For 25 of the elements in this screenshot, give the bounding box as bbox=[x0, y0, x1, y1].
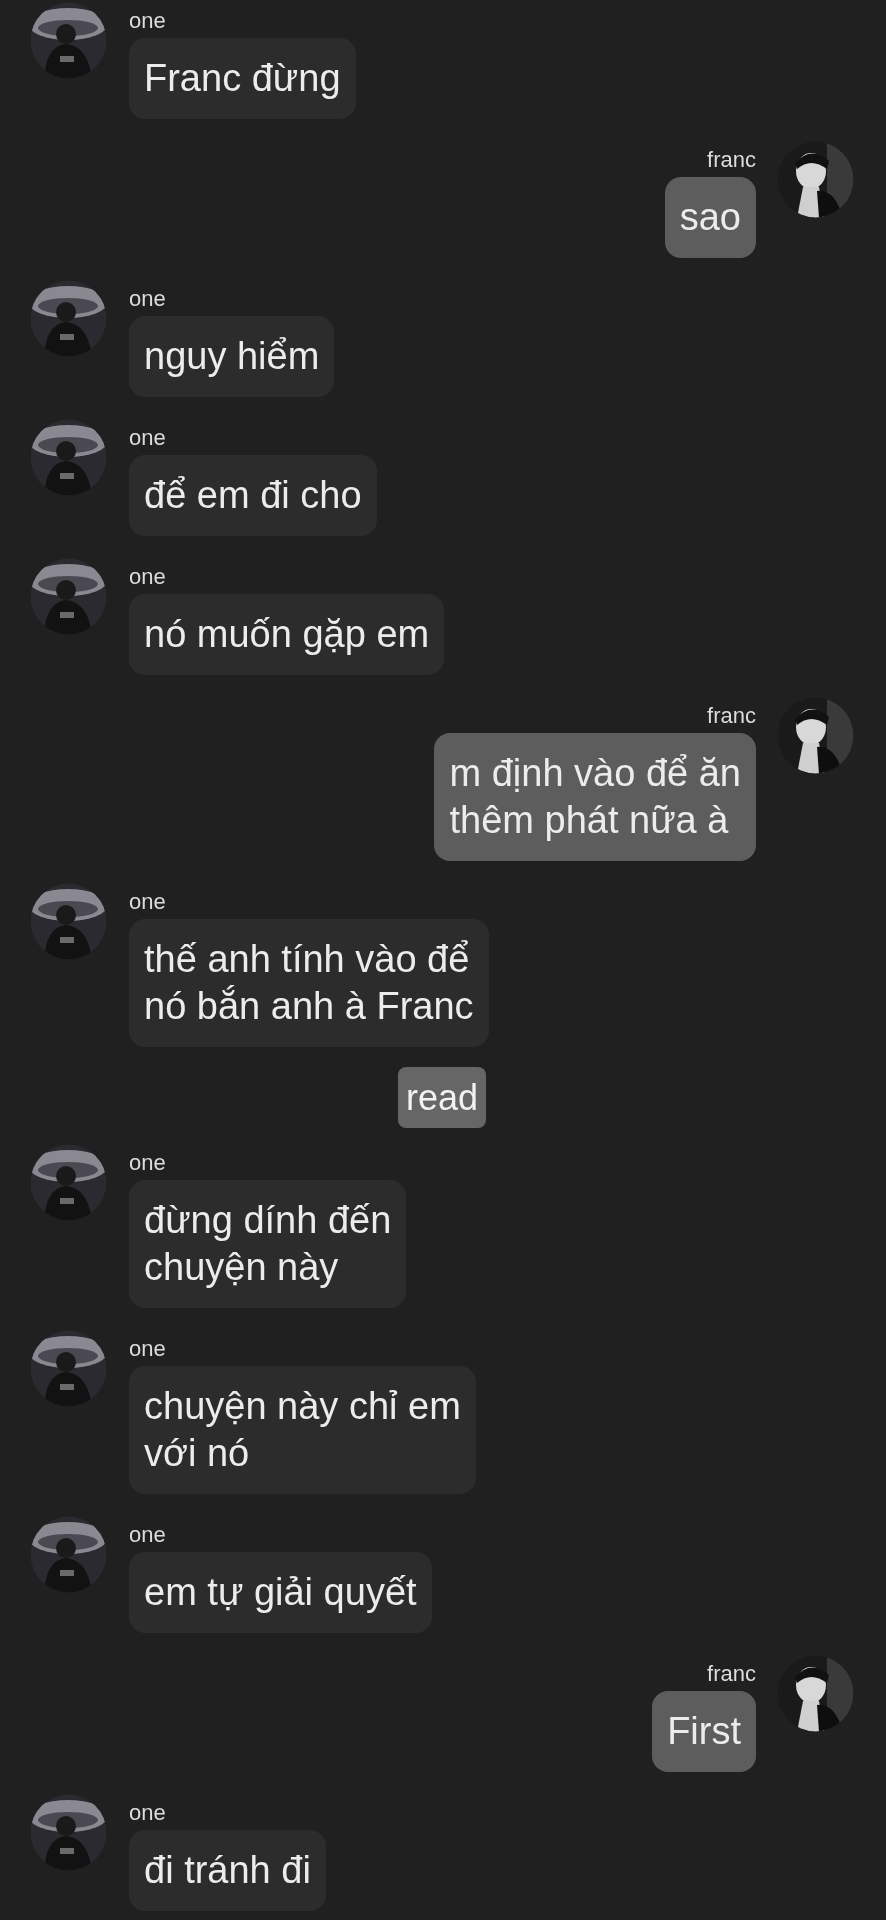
message-bubble: nguy hiểm bbox=[129, 316, 335, 397]
message-bubble: First bbox=[652, 1691, 756, 1772]
sender-name: one bbox=[129, 1800, 166, 1826]
sender-name: one bbox=[129, 1336, 166, 1362]
sender-name: one bbox=[129, 8, 166, 34]
sender-name: one bbox=[129, 1150, 166, 1176]
read-receipt: read bbox=[397, 1067, 487, 1128]
sender-name: one bbox=[129, 889, 166, 915]
sender-name: franc bbox=[707, 1661, 756, 1687]
sender-name: one bbox=[129, 564, 166, 590]
message-bubble: để em đi cho bbox=[129, 455, 377, 536]
message-bubble: đừng dính đến chuyện này bbox=[129, 1180, 407, 1308]
message-bubble: chuyện này chỉ em với nó bbox=[129, 1366, 476, 1494]
message-bubble: thế anh tính vào để nó bắn anh à Franc bbox=[129, 919, 489, 1047]
sender-name: one bbox=[129, 1522, 166, 1548]
sender-name: one bbox=[129, 425, 166, 451]
sender-name: franc bbox=[707, 147, 756, 173]
message-bubble: m định vào để ăn thêm phát nữa à bbox=[434, 733, 756, 861]
sender-name: franc bbox=[707, 703, 756, 729]
message-bubble: đi tránh đi bbox=[129, 1830, 326, 1911]
sender-name: one bbox=[129, 286, 166, 312]
message-bubble: em tự giải quyết bbox=[129, 1552, 432, 1633]
message-bubble: nó muốn gặp em bbox=[129, 594, 445, 675]
message-bubble: sao bbox=[664, 177, 756, 258]
message-bubble: Franc đừng bbox=[129, 38, 356, 119]
